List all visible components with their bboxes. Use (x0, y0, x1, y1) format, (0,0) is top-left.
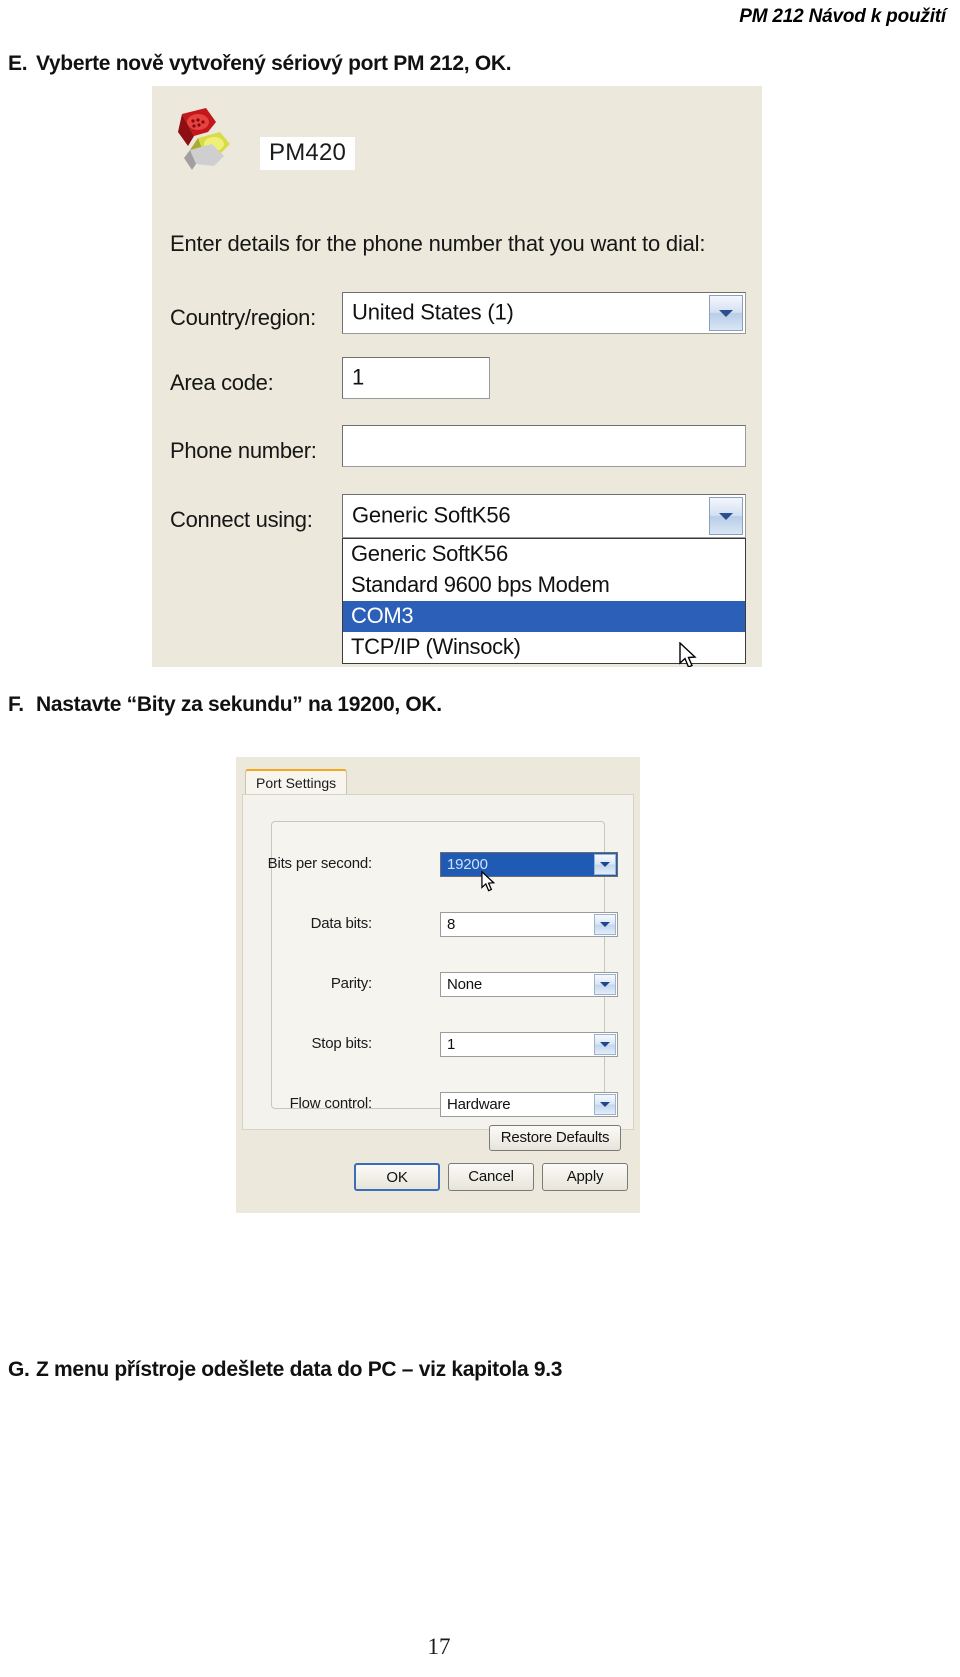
area-code-label: Area code: (170, 370, 274, 395)
step-f-marker: F. (8, 693, 24, 716)
row-stop-bits: Stop bits: 1 (272, 1032, 618, 1058)
tab-port-settings[interactable]: Port Settings (245, 769, 348, 795)
phone-icon (178, 108, 230, 170)
area-code-input[interactable]: 1 (342, 357, 490, 399)
step-e: E. Vyberte nově vytvořený sériový port PM… (8, 52, 512, 76)
row-data-bits: Data bits: 8 (272, 912, 618, 938)
figure-port-settings: Port Settings Bits per second: 19200 Dat… (236, 757, 640, 1213)
dropdown-option-selected[interactable]: COM3 (343, 601, 745, 632)
figure-dialup-connection: PM420 Enter details for the phone number… (152, 86, 762, 667)
step-g-marker: G. (8, 1358, 30, 1381)
phone-number-input[interactable] (342, 425, 746, 467)
dropdown-option[interactable]: Standard 9600 bps Modem (343, 570, 745, 601)
flow-control-label: Flow control: (289, 1095, 373, 1112)
dropdown-option[interactable]: Generic SoftK56 (343, 539, 745, 570)
flow-control-value: Hardware (447, 1096, 511, 1113)
step-f-text: Nastavte “Bity za sekundu” na 19200, OK. (36, 693, 442, 716)
dialog-title: PM420 (260, 137, 356, 170)
chevron-down-icon[interactable] (594, 1034, 616, 1055)
country-region-value: United States (1) (352, 299, 514, 325)
chevron-down-icon[interactable] (594, 854, 616, 875)
bits-per-second-combo[interactable]: 19200 (440, 852, 618, 877)
chevron-down-icon[interactable] (594, 914, 616, 935)
chevron-down-icon[interactable] (709, 295, 743, 331)
chevron-down-icon[interactable] (709, 497, 743, 535)
tabstrip: Port Settings (242, 769, 634, 796)
row-parity: Parity: None (272, 972, 618, 998)
chevron-down-icon[interactable] (594, 974, 616, 995)
port-settings-panel: Bits per second: 19200 Data bits: 8 Pari… (242, 794, 634, 1151)
step-g: G. Z menu přístroje odešlete data do PC –… (8, 1358, 562, 1382)
chevron-down-icon[interactable] (594, 1094, 616, 1115)
mouse-cursor-icon (679, 642, 697, 667)
parity-value: None (447, 976, 483, 993)
bits-per-second-label: Bits per second: (267, 855, 373, 872)
step-e-text: Vyberte nově vytvořený sériový port PM 2… (36, 52, 512, 75)
ok-button[interactable]: OK (354, 1163, 440, 1191)
dialog-instruction: Enter details for the phone number that … (170, 231, 706, 256)
connect-using-value: Generic SoftK56 (352, 502, 511, 528)
parity-label: Parity: (330, 975, 372, 992)
phone-number-label: Phone number: (170, 438, 317, 463)
restore-defaults-button[interactable]: Restore Defaults (489, 1125, 621, 1151)
country-region-label: Country/region: (170, 305, 316, 330)
mouse-cursor-icon (481, 871, 496, 892)
step-e-marker: E. (8, 52, 28, 75)
dialog-button-bar: OK Cancel Apply (236, 1163, 640, 1191)
row-flow-control: Flow control: Hardware (272, 1092, 618, 1118)
parity-combo[interactable]: None (440, 972, 618, 997)
connect-using-label: Connect using: (170, 507, 313, 532)
data-bits-label: Data bits: (310, 915, 373, 932)
stop-bits-combo[interactable]: 1 (440, 1032, 618, 1057)
area-code-value: 1 (352, 364, 365, 390)
running-head: PM 212 Návod k použití (739, 6, 946, 27)
connect-using-combo[interactable]: Generic SoftK56 (342, 494, 746, 538)
port-settings-groupbox: Bits per second: 19200 Data bits: 8 Pari… (268, 821, 618, 1117)
row-bits-per-second: Bits per second: 19200 (268, 852, 618, 878)
country-region-combo[interactable]: United States (1) (342, 292, 746, 334)
step-f: F. Nastavte “Bity za sekundu” na 19200, O… (8, 693, 442, 717)
flow-control-combo[interactable]: Hardware (440, 1092, 618, 1117)
page-number: 17 (427, 1634, 451, 1659)
step-g-text: Z menu přístroje odešlete data do PC – v… (36, 1358, 563, 1381)
apply-button[interactable]: Apply (542, 1163, 628, 1191)
cancel-button[interactable]: Cancel (448, 1163, 534, 1191)
stop-bits-value: 1 (447, 1036, 456, 1053)
stop-bits-label: Stop bits: (311, 1035, 372, 1052)
data-bits-combo[interactable]: 8 (440, 912, 618, 937)
data-bits-value: 8 (447, 916, 456, 933)
